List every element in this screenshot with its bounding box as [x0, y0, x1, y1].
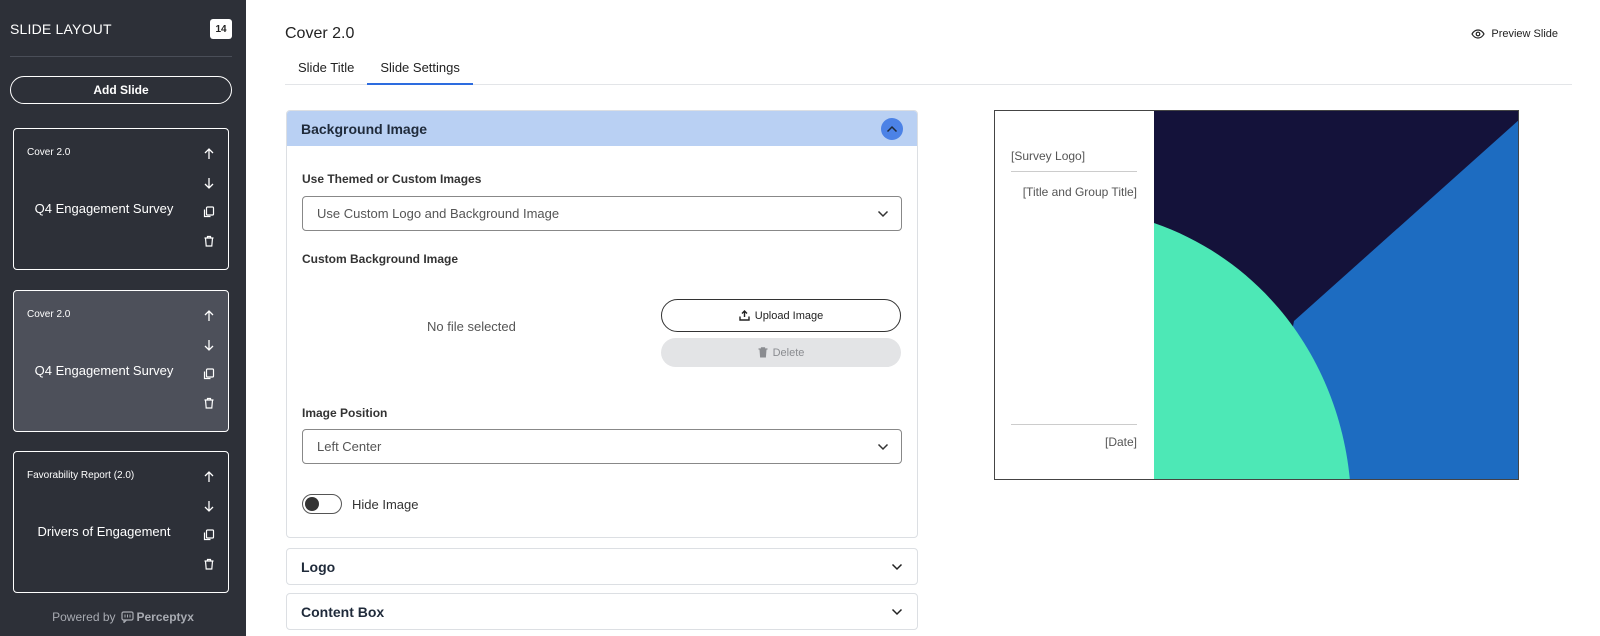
preview-title-placeholder: [Title and Group Title] — [1022, 185, 1137, 199]
move-up-icon[interactable] — [198, 139, 220, 168]
tab-slide-title[interactable]: Slide Title — [285, 56, 367, 85]
slide-card[interactable]: Cover 2.0 Q4 Engagement Survey — [13, 128, 229, 270]
preview-slide-label: Preview Slide — [1491, 28, 1558, 40]
page-title: Cover 2.0 — [285, 25, 355, 42]
trash-icon[interactable] — [198, 226, 220, 255]
duplicate-icon[interactable] — [198, 197, 220, 226]
hide-image-toggle[interactable] — [302, 494, 342, 514]
image-position-label: Image Position — [302, 406, 388, 420]
move-down-icon[interactable] — [198, 330, 220, 359]
eye-icon — [1471, 29, 1486, 39]
chevron-down-icon — [891, 563, 903, 570]
chevron-down-icon — [891, 608, 903, 615]
chevron-down-icon — [877, 443, 889, 450]
logo-section-header[interactable]: Logo — [286, 548, 918, 585]
preview-slide-button[interactable]: Preview Slide — [1471, 28, 1558, 40]
preview-divider — [1011, 424, 1137, 425]
sidebar-header: SLIDE LAYOUT 14 — [10, 16, 232, 42]
perceptyx-logo-icon — [120, 611, 134, 623]
no-file-text: No file selected — [427, 319, 516, 334]
move-up-icon[interactable] — [198, 301, 220, 330]
preview-date-placeholder: [Date] — [1104, 435, 1137, 449]
duplicate-icon[interactable] — [198, 359, 220, 388]
sidebar-divider — [10, 56, 232, 57]
slide-card-type: Cover 2.0 — [27, 309, 71, 320]
background-image-title: Background Image — [301, 120, 428, 137]
duplicate-icon[interactable] — [198, 520, 220, 549]
slide-card[interactable]: Cover 2.0 Q4 Engagement Survey — [13, 290, 229, 432]
content-box-section-header[interactable]: Content Box — [286, 593, 918, 630]
sidebar-title: SLIDE LAYOUT — [10, 21, 112, 37]
delete-image-label: Delete — [772, 346, 805, 359]
slide-count-badge: 14 — [210, 19, 232, 39]
preview-background-graphic — [1154, 111, 1518, 479]
move-down-icon[interactable] — [198, 491, 220, 520]
hide-image-label: Hide Image — [352, 497, 419, 512]
slide-card-name: Q4 Engagement Survey — [34, 201, 174, 216]
main-content: Cover 2.0 Preview Slide Slide Title Slid… — [246, 0, 1600, 636]
chevron-up-icon[interactable] — [881, 117, 903, 140]
trash-icon[interactable] — [198, 549, 220, 578]
themed-images-label: Use Themed or Custom Images — [302, 172, 482, 186]
upload-image-label: Upload Image — [754, 309, 824, 322]
background-image-panel: Background Image Use Themed or Custom Im… — [286, 110, 918, 538]
trash-icon[interactable] — [198, 388, 220, 417]
image-position-value: Left Center — [317, 439, 382, 454]
content-box-section-title: Content Box — [301, 603, 385, 620]
custom-background-label: Custom Background Image — [302, 252, 459, 266]
add-slide-button[interactable]: Add Slide — [10, 76, 232, 104]
sidebar-footer: Powered by Perceptyx — [0, 610, 246, 624]
upload-image-button[interactable]: Upload Image — [661, 299, 901, 332]
sidebar: SLIDE LAYOUT 14 Add Slide Cover 2.0 Q4 E… — [0, 0, 246, 636]
trash-icon — [758, 347, 768, 358]
themed-images-select[interactable]: Use Custom Logo and Background Image — [302, 196, 902, 231]
delete-image-button[interactable]: Delete — [661, 338, 901, 367]
background-image-header[interactable]: Background Image — [287, 111, 917, 146]
move-down-icon[interactable] — [198, 168, 220, 197]
slide-card-name: Drivers of Engagement — [37, 524, 171, 539]
slide-card[interactable]: Favorability Report (2.0) Drivers of Eng… — [13, 451, 229, 593]
toggle-knob — [305, 497, 319, 511]
brand-name: Perceptyx — [136, 610, 194, 624]
slide-card-name: Q4 Engagement Survey — [34, 363, 174, 378]
image-position-select[interactable]: Left Center — [302, 429, 902, 464]
powered-by-text: Powered by — [52, 610, 116, 624]
move-up-icon[interactable] — [198, 462, 220, 491]
tab-bar: Slide Title Slide Settings — [285, 56, 1572, 85]
logo-section-title: Logo — [301, 558, 336, 575]
preview-logo-placeholder: [Survey Logo] — [1011, 149, 1137, 172]
slide-preview: [Survey Logo] [Title and Group Title] [D… — [994, 110, 1519, 480]
themed-images-value: Use Custom Logo and Background Image — [317, 206, 560, 221]
perceptyx-logo: Perceptyx — [120, 610, 194, 624]
slide-card-type: Cover 2.0 — [27, 147, 71, 158]
chevron-down-icon — [877, 210, 889, 217]
upload-icon — [739, 310, 750, 321]
tab-slide-settings[interactable]: Slide Settings — [367, 56, 473, 85]
preview-content-box: [Survey Logo] [Title and Group Title] [D… — [995, 111, 1154, 479]
slide-card-type: Favorability Report (2.0) — [27, 470, 135, 481]
